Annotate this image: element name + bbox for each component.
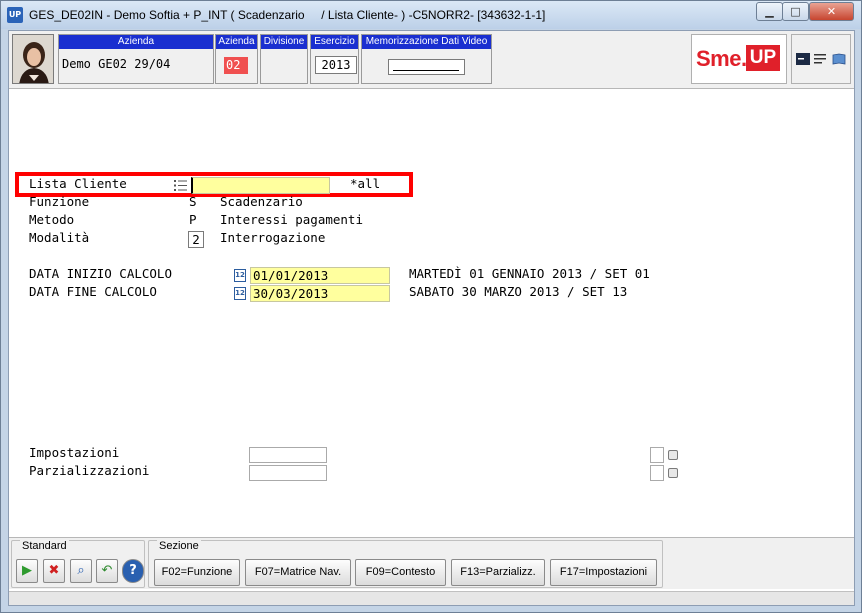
metodo-desc: Interessi pagamenti bbox=[220, 212, 363, 227]
divisione-label: Divisione bbox=[261, 35, 307, 49]
memorizzazione-field[interactable] bbox=[388, 59, 465, 75]
standard-group: Standard ▶ ✖ ⌕ ↶ ? bbox=[11, 540, 145, 588]
cancel-icon[interactable]: ✖ bbox=[43, 559, 65, 583]
logo-up-text: UP bbox=[746, 45, 780, 71]
footer-bar: Standard ▶ ✖ ⌕ ↶ ? Sezione F02=Funzione … bbox=[9, 537, 854, 589]
terminal-icon[interactable] bbox=[796, 53, 810, 65]
application-window: UP GES_DE02IN - Demo Softia + P_INT ( Sc… bbox=[0, 0, 862, 613]
data-inizio-input[interactable]: 01/01/2013 bbox=[250, 267, 390, 284]
parzializzazioni-label: Parzializzazioni bbox=[29, 463, 150, 478]
esercizio-label: Esercizio bbox=[311, 35, 358, 49]
data-inizio-label: DATA INIZIO CALCOLO bbox=[29, 266, 172, 281]
standard-title: Standard bbox=[20, 540, 69, 552]
lista-cliente-all: *all bbox=[350, 176, 381, 191]
funzione-label: Funzione bbox=[29, 194, 90, 209]
app-icon: UP bbox=[7, 7, 23, 23]
toolbar-icons bbox=[791, 34, 851, 84]
logo-sme-text: Sme. bbox=[696, 46, 747, 71]
search-icon[interactable]: ⌕ bbox=[70, 559, 92, 583]
data-fine-label: DATA FINE CALCOLO bbox=[29, 284, 157, 299]
impostazioni-checkbox[interactable] bbox=[650, 447, 664, 463]
modalita-label: Modalità bbox=[29, 230, 90, 245]
list-icon[interactable] bbox=[174, 179, 188, 192]
minimize-button[interactable]: ▁ bbox=[756, 2, 783, 21]
header-bar: Azienda Demo GE02 29/04 Azienda 02 Divis… bbox=[9, 31, 854, 89]
azienda-code-label: Azienda bbox=[216, 35, 257, 49]
metodo-code: P bbox=[189, 212, 197, 227]
f09-contesto-button[interactable]: F09=Contesto bbox=[355, 559, 446, 586]
notes-icon[interactable] bbox=[814, 53, 828, 65]
book-icon[interactable] bbox=[832, 53, 846, 65]
azienda-code[interactable]: 02 bbox=[224, 57, 248, 74]
data-fine-desc: SABATO 30 MARZO 2013 / SET 13 bbox=[409, 284, 628, 299]
status-bar bbox=[9, 591, 854, 605]
avatar bbox=[12, 34, 54, 84]
back-icon[interactable]: ↶ bbox=[96, 559, 118, 583]
parzializzazioni-field[interactable] bbox=[249, 465, 327, 481]
play-icon[interactable]: ▶ bbox=[16, 559, 38, 583]
calendar-icon[interactable]: 12 bbox=[234, 269, 246, 282]
client-area: Azienda Demo GE02 29/04 Azienda 02 Divis… bbox=[8, 30, 855, 606]
lista-cliente-label: Lista Cliente bbox=[29, 176, 127, 191]
azienda-code-panel: Azienda 02 bbox=[215, 34, 258, 84]
divisione-panel: Divisione bbox=[260, 34, 308, 84]
impostazioni-button[interactable] bbox=[668, 450, 678, 460]
impostazioni-label: Impostazioni bbox=[29, 445, 120, 460]
f02-funzione-button[interactable]: F02=Funzione bbox=[154, 559, 240, 586]
azienda-value: Demo GE02 29/04 bbox=[62, 57, 171, 71]
f17-impostazioni-button[interactable]: F17=Impostazioni bbox=[550, 559, 657, 586]
smeup-logo: Sme. UP bbox=[691, 34, 787, 84]
azienda-label: Azienda bbox=[59, 35, 213, 49]
impostazioni-field[interactable] bbox=[249, 447, 327, 463]
sezione-title: Sezione bbox=[157, 540, 201, 552]
esercizio-value[interactable]: 2013 bbox=[315, 56, 357, 74]
maximize-button[interactable]: □ bbox=[782, 2, 809, 21]
sezione-group: Sezione F02=Funzione F07=Matrice Nav. F0… bbox=[148, 540, 663, 588]
close-button[interactable]: ✕ bbox=[809, 2, 854, 21]
calendar-icon[interactable]: 12 bbox=[234, 287, 246, 300]
data-fine-input[interactable]: 30/03/2013 bbox=[250, 285, 390, 302]
funzione-desc: Scadenzario bbox=[220, 194, 303, 209]
metodo-label: Metodo bbox=[29, 212, 75, 227]
memorizzazione-panel: Memorizzazione Dati Video bbox=[361, 34, 492, 84]
title-bar[interactable]: UP GES_DE02IN - Demo Softia + P_INT ( Sc… bbox=[1, 1, 861, 29]
parzializzazioni-checkbox[interactable] bbox=[650, 465, 664, 481]
esercizio-panel: Esercizio 2013 bbox=[310, 34, 359, 84]
help-icon[interactable]: ? bbox=[122, 559, 144, 583]
modalita-desc: Interrogazione bbox=[220, 230, 326, 245]
memorizzazione-label: Memorizzazione Dati Video bbox=[362, 35, 491, 49]
azienda-panel: Azienda Demo GE02 29/04 bbox=[58, 34, 214, 84]
parzializzazioni-button[interactable] bbox=[668, 468, 678, 478]
funzione-code: S bbox=[189, 194, 197, 209]
data-inizio-desc: MARTEDÌ 01 GENNAIO 2013 / SET 01 bbox=[409, 266, 650, 281]
f07-matrice-nav-button[interactable]: F07=Matrice Nav. bbox=[245, 559, 351, 586]
lista-cliente-input[interactable] bbox=[191, 177, 330, 194]
f13-parzializz-button[interactable]: F13=Parzializz. bbox=[451, 559, 545, 586]
window-title: GES_DE02IN - Demo Softia + P_INT ( Scade… bbox=[29, 8, 546, 22]
modalita-input[interactable]: 2 bbox=[188, 231, 204, 248]
